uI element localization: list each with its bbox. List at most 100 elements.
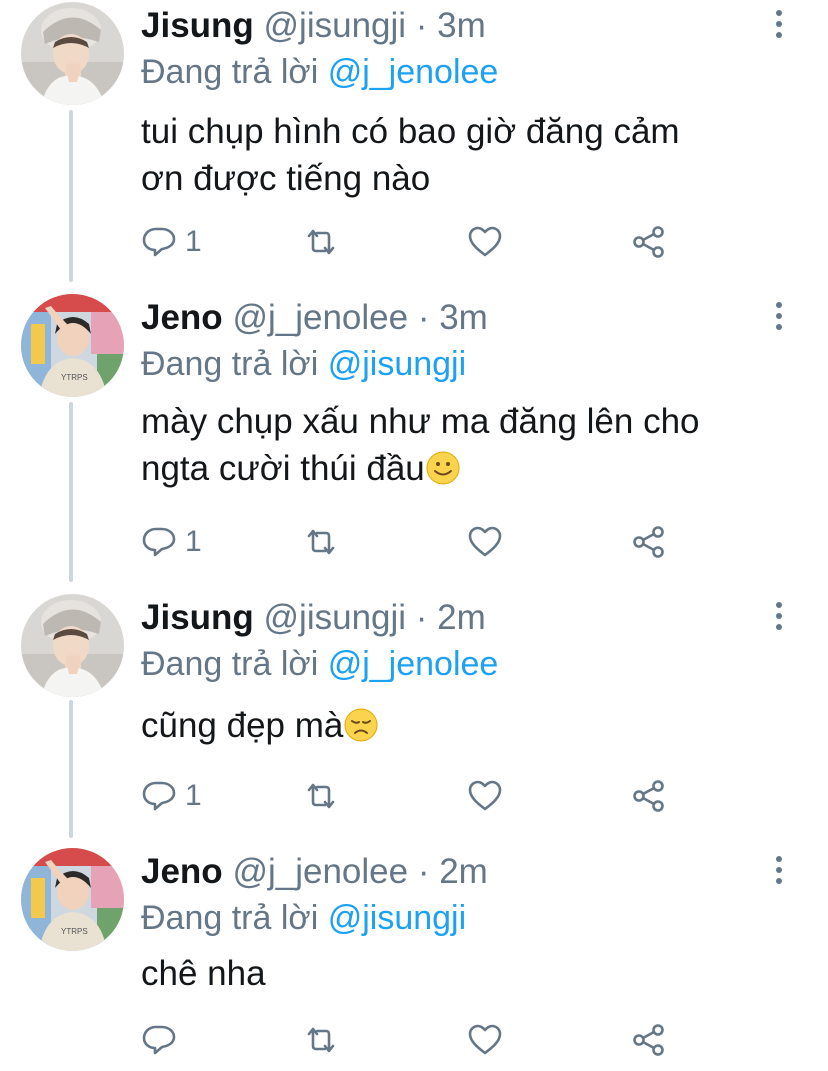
- more-options-button[interactable]: [774, 302, 784, 332]
- retweet-button[interactable]: [303, 520, 339, 564]
- display-name[interactable]: Jisung: [141, 598, 254, 637]
- heart-icon: [468, 526, 502, 557]
- slightly-smiling-face-emoji: [425, 451, 460, 485]
- display-name[interactable]: Jisung: [141, 6, 254, 45]
- share-icon: [633, 780, 664, 812]
- tweet-header: Jeno @j_jenolee · 3m: [141, 298, 488, 338]
- timestamp[interactable]: 3m: [437, 6, 486, 45]
- separator-dot: ·: [408, 852, 440, 891]
- tweet-text: chê nha: [141, 950, 801, 997]
- like-button[interactable]: [467, 774, 503, 818]
- reply-bubble-icon: [142, 1025, 176, 1055]
- tweet[interactable]: Jisung @jisungji · 2m Đang trả lời @j_je…: [0, 592, 828, 836]
- jisung-avatar-image: [21, 594, 124, 697]
- replying-to-label: Đang trả lời: [141, 345, 328, 383]
- timestamp[interactable]: 2m: [437, 598, 486, 637]
- disappointed-face-emoji: [344, 708, 379, 742]
- share-button[interactable]: [631, 220, 667, 264]
- heart-icon: [468, 1024, 502, 1055]
- tweet-text-line: chê nha: [141, 954, 266, 993]
- more-vertical-icon: [776, 10, 782, 16]
- share-button[interactable]: [631, 520, 667, 564]
- mention-link[interactable]: @j_jenolee: [328, 53, 499, 91]
- more-vertical-icon: [776, 302, 782, 308]
- separator-dot: ·: [406, 598, 438, 637]
- tweet-text: mày chụp xấu như ma đăng lên cho ngta cư…: [141, 398, 801, 492]
- tweet-text-line: tui chụp hình có bao giờ đăng cảm: [141, 112, 680, 151]
- tweet-text-line: mày chụp xấu như ma đăng lên cho: [141, 402, 700, 441]
- tweet-text: tui chụp hình có bao giờ đăng cảm ơn đượ…: [141, 108, 801, 202]
- separator-dot: ·: [408, 298, 440, 337]
- separator-dot: ·: [406, 6, 438, 45]
- timestamp[interactable]: 3m: [439, 298, 488, 337]
- replying-to-label: Đang trả lời: [141, 645, 328, 683]
- like-button[interactable]: [467, 220, 503, 264]
- avatar[interactable]: [21, 848, 124, 951]
- tweet-header: Jisung @jisungji · 3m: [141, 6, 486, 46]
- tweet-text-line: cũng đẹp mà: [141, 702, 801, 749]
- replying-to: Đang trả lời @j_jenolee: [141, 52, 498, 92]
- tweet-actions: 1: [141, 774, 681, 818]
- retweet-icon: [307, 783, 335, 809]
- jeno-avatar-image: [21, 848, 124, 951]
- avatar[interactable]: [21, 294, 124, 397]
- more-vertical-icon: [776, 856, 782, 862]
- tweet[interactable]: Jeno @j_jenolee · 3m Đang trả lời @jisun…: [0, 292, 828, 582]
- retweet-icon: [307, 229, 335, 255]
- reply-button[interactable]: 1: [141, 774, 202, 818]
- share-icon: [633, 526, 664, 558]
- share-icon: [633, 226, 664, 258]
- display-name[interactable]: Jeno: [141, 298, 223, 337]
- replying-to-label: Đang trả lời: [141, 899, 328, 937]
- more-options-button[interactable]: [774, 856, 784, 886]
- mention-link[interactable]: @jisungji: [328, 899, 466, 937]
- retweet-icon: [307, 529, 335, 555]
- more-options-button[interactable]: [774, 10, 784, 40]
- more-vertical-icon: [776, 602, 782, 608]
- jisung-avatar-image: [21, 2, 124, 105]
- tweet-header: Jeno @j_jenolee · 2m: [141, 852, 488, 892]
- user-handle[interactable]: @j_jenolee: [232, 852, 408, 891]
- user-handle[interactable]: @jisungji: [264, 6, 407, 45]
- reply-button[interactable]: 1: [141, 520, 202, 564]
- tweet[interactable]: Jisung @jisungji · 3m Đang trả lời @j_je…: [0, 0, 828, 290]
- more-options-button[interactable]: [774, 602, 784, 632]
- share-button[interactable]: [631, 774, 667, 818]
- mention-link[interactable]: @j_jenolee: [328, 645, 499, 683]
- replying-to: Đang trả lời @jisungji: [141, 344, 466, 384]
- tweet[interactable]: Jeno @j_jenolee · 2m Đang trả lời @jisun…: [0, 846, 828, 1071]
- reply-count: 1: [185, 779, 202, 812]
- reply-bubble-icon: [142, 527, 176, 557]
- tweet-header: Jisung @jisungji · 2m: [141, 598, 486, 638]
- tweet-text: cũng đẹp mà: [141, 702, 801, 749]
- display-name[interactable]: Jeno: [141, 852, 223, 891]
- avatar[interactable]: [21, 594, 124, 697]
- reply-bubble-icon: [142, 227, 176, 257]
- heart-icon: [468, 780, 502, 811]
- user-handle[interactable]: @jisungji: [264, 598, 407, 637]
- avatar[interactable]: [21, 2, 124, 105]
- reply-count: 1: [185, 525, 202, 558]
- retweet-icon: [307, 1027, 335, 1053]
- user-handle[interactable]: @j_jenolee: [232, 298, 408, 337]
- retweet-button[interactable]: [303, 1018, 339, 1062]
- tweet-text-line: ngta cười thúi đầu: [141, 445, 801, 492]
- share-icon: [633, 1024, 664, 1056]
- timestamp[interactable]: 2m: [439, 852, 488, 891]
- replying-to: Đang trả lời @j_jenolee: [141, 644, 498, 684]
- jeno-avatar-image: [21, 294, 124, 397]
- replying-to: Đang trả lời @jisungji: [141, 898, 466, 938]
- tweet-text-line: ơn được tiếng nào: [141, 159, 431, 198]
- like-button[interactable]: [467, 520, 503, 564]
- reply-bubble-icon: [142, 781, 176, 811]
- like-button[interactable]: [467, 1018, 503, 1062]
- replying-to-label: Đang trả lời: [141, 53, 328, 91]
- retweet-button[interactable]: [303, 220, 339, 264]
- reply-button[interactable]: 1: [141, 220, 202, 264]
- mention-link[interactable]: @jisungji: [328, 345, 466, 383]
- reply-count: 1: [185, 225, 202, 258]
- share-button[interactable]: [631, 1018, 667, 1062]
- tweet-actions: [141, 1018, 681, 1062]
- reply-button[interactable]: [141, 1018, 177, 1062]
- retweet-button[interactable]: [303, 774, 339, 818]
